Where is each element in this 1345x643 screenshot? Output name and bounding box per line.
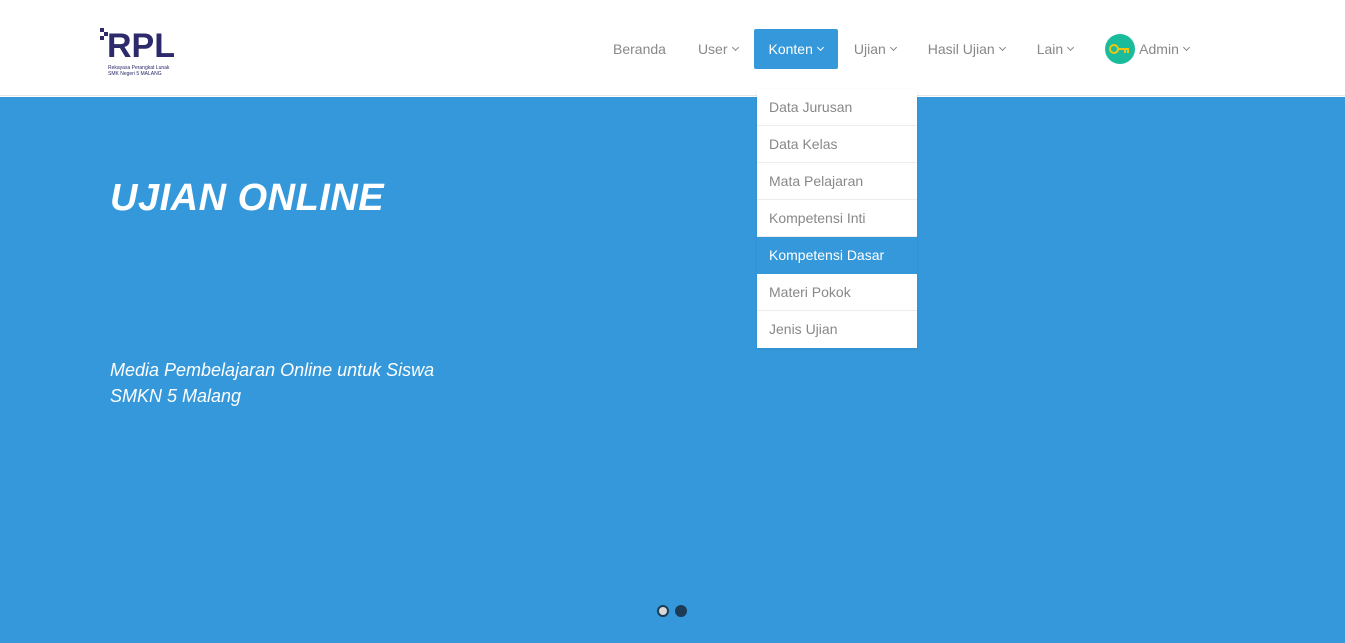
carousel-dot-1[interactable] — [657, 605, 669, 617]
carousel-dot-2[interactable] — [675, 605, 687, 617]
dropdown-item-materi-pokok[interactable]: Materi Pokok — [757, 274, 917, 311]
chevron-down-icon — [1067, 43, 1075, 51]
logo-school: SMK Negeri 5 MALANG — [108, 71, 162, 77]
nav-konten[interactable]: Konten — [753, 29, 838, 69]
nav-ujian[interactable]: Ujian — [838, 29, 912, 69]
nav-konten-label: Konten — [768, 41, 813, 57]
avatar — [1105, 34, 1136, 64]
dropdown-item-jenis-ujian[interactable]: Jenis Ujian — [757, 311, 917, 348]
logo-text: RPL — [107, 27, 175, 65]
main-nav: Beranda User Konten Ujian Hasil Ujian La… — [597, 29, 1205, 69]
chevron-down-icon — [1182, 43, 1190, 51]
nav-user-label: User — [697, 41, 728, 57]
nav-beranda-label: Beranda — [613, 41, 666, 57]
dropdown-item-data-kelas[interactable]: Data Kelas — [757, 126, 917, 163]
key-icon — [1109, 44, 1130, 54]
dropdown-item-kompetensi-inti[interactable]: Kompetensi Inti — [757, 200, 917, 237]
nav-admin[interactable]: Admin — [1089, 29, 1205, 69]
hero-subtitle-line1: Media Pembelajaran Online untuk Siswa — [110, 360, 435, 380]
chevron-down-icon — [816, 43, 824, 51]
konten-dropdown-menu: Data Jurusan Data Kelas Mata Pelajaran K… — [757, 89, 917, 348]
nav-beranda[interactable]: Beranda — [597, 29, 682, 69]
dropdown-item-kompetensi-dasar[interactable]: Kompetensi Dasar — [757, 237, 917, 274]
nav-user[interactable]: User — [682, 29, 754, 69]
logo-pixel-mark — [100, 36, 104, 40]
rpl-logo[interactable]: RPL Rekayasa Perangkat Lunak SMK Negeri … — [100, 26, 175, 80]
hero-title: UJIAN ONLINE — [110, 177, 385, 219]
dropdown-item-data-jurusan[interactable]: Data Jurusan — [757, 89, 917, 126]
nav-lain[interactable]: Lain — [1021, 29, 1089, 69]
hero-subtitle-line2: SMKN 5 Malang — [110, 386, 242, 406]
top-navbar: RPL Rekayasa Perangkat Lunak SMK Negeri … — [0, 0, 1345, 96]
nav-hasil-ujian[interactable]: Hasil Ujian — [912, 29, 1021, 69]
nav-hasil-ujian-label: Hasil Ujian — [927, 41, 995, 57]
chevron-down-icon — [731, 43, 739, 51]
chevron-down-icon — [889, 43, 897, 51]
hero-banner: UJIAN ONLINE Media Pembelajaran Online u… — [0, 97, 1345, 643]
chevron-down-icon — [998, 43, 1006, 51]
nav-lain-label: Lain — [1036, 41, 1064, 57]
nav-admin-label: Admin — [1139, 41, 1179, 57]
dropdown-item-mata-pelajaran[interactable]: Mata Pelajaran — [757, 163, 917, 200]
carousel-indicators — [657, 605, 687, 617]
nav-ujian-label: Ujian — [853, 41, 886, 57]
